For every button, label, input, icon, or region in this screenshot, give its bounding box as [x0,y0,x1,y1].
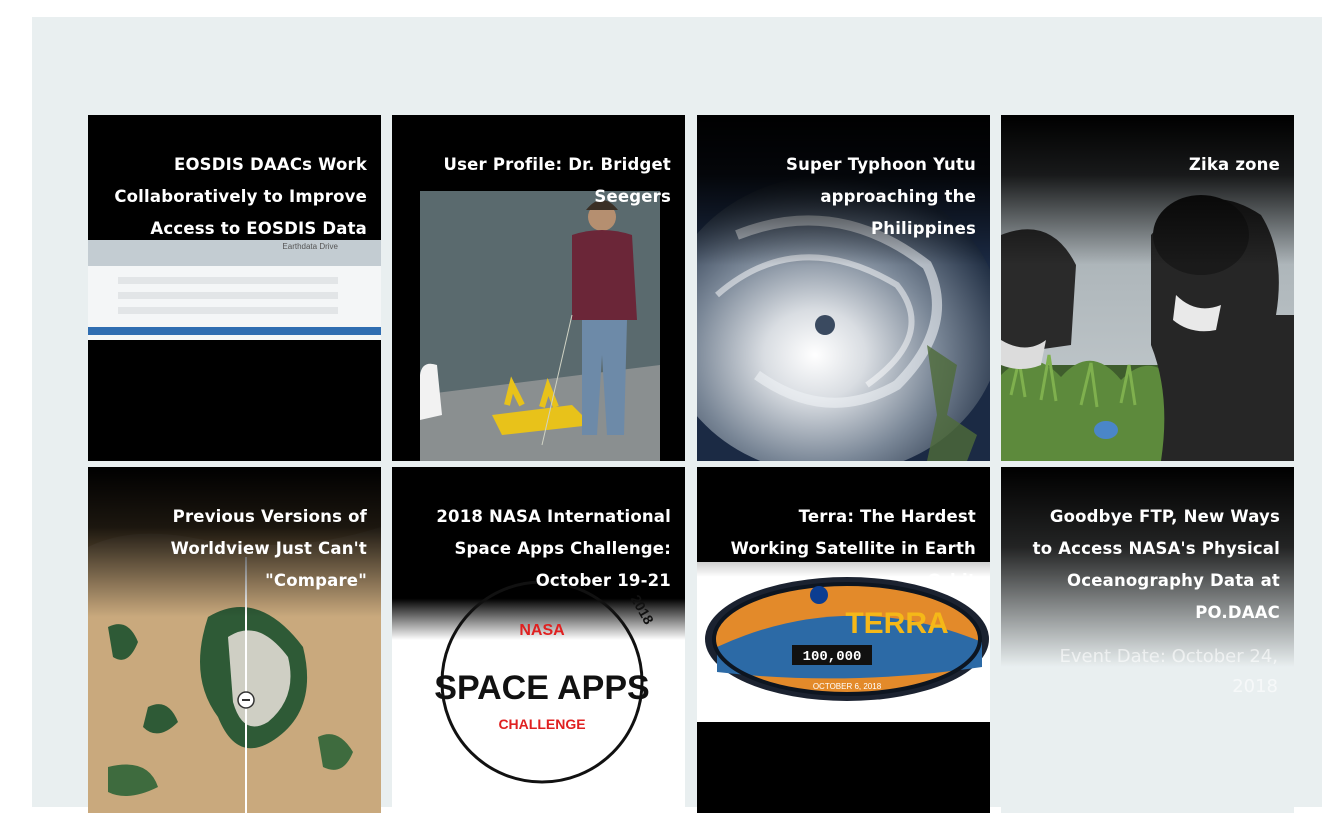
space-apps-line2: CHALLENGE [498,716,585,732]
card-title[interactable]: 2018 NASA International Space Apps Chall… [416,501,671,597]
card-title[interactable]: EOSDIS DAACs Work Collaboratively to Imp… [112,149,367,245]
space-apps-org: NASA [519,622,565,639]
terra-counter: 100,000 [803,649,862,665]
news-card[interactable]: Previous Versions of Worldview Just Can'… [88,467,381,813]
space-apps-line1: SPACE APPS [434,669,649,707]
card-title[interactable]: Goodbye FTP, New Ways to Access NASA's P… [1025,501,1280,629]
news-card[interactable]: Goodbye FTP, New Ways to Access NASA's P… [1001,467,1294,813]
card-title[interactable]: Previous Versions of Worldview Just Can'… [112,501,367,597]
news-card[interactable]: Earthdata Drive EOSDIS DAACs Work Collab… [88,115,381,461]
news-card[interactable]: NASA SPACE APPS CHALLENGE 2018 2018 NASA… [392,467,685,813]
card-title[interactable]: Super Typhoon Yutu approaching the Phili… [721,149,976,245]
news-card[interactable]: Zika zone [1001,115,1294,461]
card-title[interactable]: Zika zone [1025,149,1280,181]
news-card[interactable]: Super Typhoon Yutu approaching the Phili… [697,115,990,461]
event-date: Event Date: October 24, 2018 [1059,646,1278,697]
card-title[interactable]: User Profile: Dr. Bridget Seegers [416,149,671,213]
news-grid-panel: Zika zone Super Typhoon Yutu approaching… [32,17,1322,813]
terra-date: OCTOBER 6, 2018 [813,682,882,691]
news-card[interactable]: TERRA 100,000 OCTOBER 6, 2018 Terra: The… [697,467,990,813]
card-title[interactable]: Terra: The Hardest Working Satellite in … [721,501,976,597]
news-card[interactable]: User Profile: Dr. Bridget Seegers [392,115,685,461]
terra-word: TERRA [845,607,948,640]
